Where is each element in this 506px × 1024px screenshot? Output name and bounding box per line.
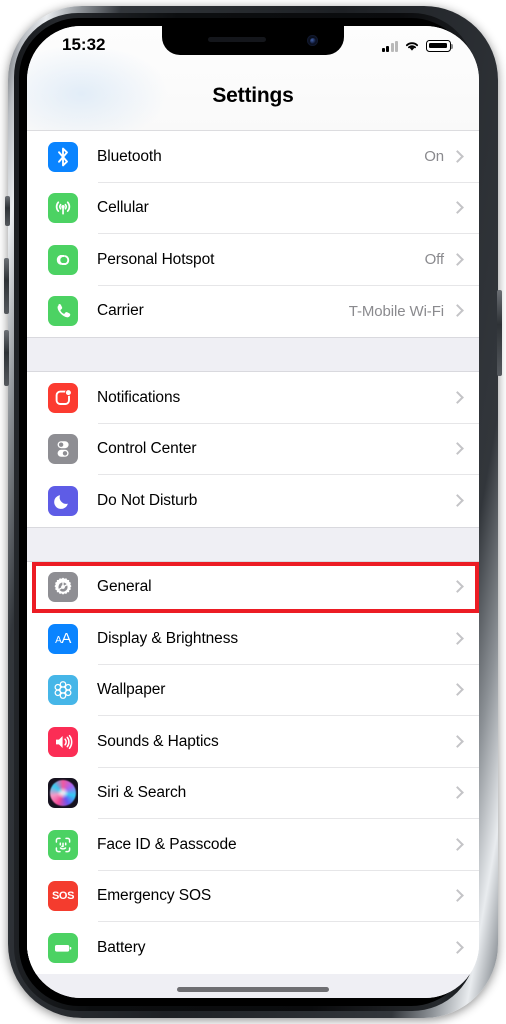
hotspot-icon <box>48 244 78 275</box>
chevron-right-icon <box>453 889 462 904</box>
notch <box>162 26 344 55</box>
chevron-right-icon <box>453 201 462 216</box>
settings-row-wallpaper[interactable]: Wallpaper <box>27 664 479 716</box>
settings-row-notifications[interactable]: Notifications <box>27 372 479 424</box>
settings-group-alerts: Notifications Control Center Do Not Dist… <box>27 372 479 527</box>
settings-row-carrier[interactable]: Carrier T-Mobile Wi-Fi <box>27 285 479 337</box>
chevron-right-icon <box>453 442 462 457</box>
group-separator <box>27 526 479 562</box>
settings-row-value: T-Mobile Wi-Fi <box>348 302 444 320</box>
settings-row-label: Personal Hotspot <box>97 250 215 268</box>
moon-icon <box>48 485 78 516</box>
settings-row-label: Bluetooth <box>97 147 162 165</box>
settings-row-emergency-sos[interactable]: SOS Emergency SOS <box>27 870 479 922</box>
settings-row-personal-hotspot[interactable]: Personal Hotspot Off <box>27 234 479 286</box>
cellular-icon <box>48 193 78 224</box>
settings-row-label: Siri & Search <box>97 784 187 802</box>
chevron-right-icon <box>453 493 462 508</box>
sos-icon: SOS <box>48 881 78 912</box>
settings-row-control-center[interactable]: Control Center <box>27 423 479 475</box>
earpiece-speaker-icon <box>208 37 266 42</box>
battery-icon <box>48 932 78 963</box>
chevron-right-icon <box>453 149 462 164</box>
bluetooth-icon <box>48 141 78 172</box>
face-id-icon <box>48 829 78 860</box>
settings-list[interactable]: Bluetooth On Cellular Personal Hotspot O… <box>27 131 479 998</box>
settings-row-do-not-disturb[interactable]: Do Not Disturb <box>27 475 479 527</box>
settings-row-label: Cellular <box>97 199 149 217</box>
home-indicator[interactable] <box>177 987 329 992</box>
chevron-right-icon <box>453 631 462 646</box>
settings-group-connectivity: Bluetooth On Cellular Personal Hotspot O… <box>27 131 479 337</box>
status-indicators <box>381 38 454 52</box>
settings-row-siri-search[interactable]: Siri & Search <box>27 767 479 819</box>
chevron-right-icon <box>453 252 462 267</box>
settings-row-label: Notifications <box>97 388 181 406</box>
chevron-right-icon <box>453 683 462 698</box>
settings-row-general[interactable]: General <box>27 561 479 613</box>
settings-row-sounds-haptics[interactable]: Sounds & Haptics <box>27 716 479 768</box>
settings-row-label: Display & Brightness <box>97 629 239 647</box>
cellular-signal-icon <box>381 41 398 52</box>
status-time: 15:32 <box>62 35 106 54</box>
power-side-button[interactable] <box>497 290 502 376</box>
settings-row-label: Emergency SOS <box>97 887 212 905</box>
siri-icon <box>48 778 78 809</box>
settings-row-label: General <box>97 578 152 596</box>
settings-row-bluetooth[interactable]: Bluetooth On <box>27 131 479 183</box>
page-title: Settings <box>212 84 294 107</box>
front-camera-icon <box>307 35 318 46</box>
settings-row-label: Carrier <box>97 302 144 320</box>
battery-icon <box>426 40 454 52</box>
settings-row-label: Control Center <box>97 440 197 458</box>
settings-row-value: Off <box>424 251 445 269</box>
mute-switch-button[interactable] <box>5 196 10 226</box>
settings-row-battery[interactable]: Battery <box>27 922 479 974</box>
settings-row-cellular[interactable]: Cellular <box>27 182 479 234</box>
settings-row-face-id-passcode[interactable]: Face ID & Passcode <box>27 819 479 871</box>
speaker-icon <box>48 726 78 757</box>
chevron-right-icon <box>453 940 462 955</box>
chevron-right-icon <box>453 734 462 749</box>
volume-down-button[interactable] <box>4 330 9 386</box>
settings-row-value: On <box>424 148 444 166</box>
control-center-icon <box>48 434 78 465</box>
text-size-icon: AA <box>48 623 78 654</box>
chevron-right-icon <box>453 786 462 801</box>
chevron-right-icon <box>453 837 462 852</box>
wallpaper-icon <box>48 675 78 706</box>
settings-row-label: Wallpaper <box>97 681 166 699</box>
settings-row-label: Battery <box>97 938 146 956</box>
settings-row-label: Sounds & Haptics <box>97 732 219 750</box>
gear-icon <box>48 572 78 603</box>
group-separator <box>27 337 479 372</box>
phone-icon <box>48 296 78 327</box>
phone-device: Settings 15:32 Bluetooth On Cellular Per… <box>0 0 506 1024</box>
wifi-icon <box>404 40 420 52</box>
settings-row-label: Do Not Disturb <box>97 491 198 509</box>
chevron-right-icon <box>453 304 462 319</box>
settings-group-system: General AA Display & Brightness Wallpape… <box>27 561 479 974</box>
notifications-icon <box>48 382 78 413</box>
volume-up-button[interactable] <box>4 258 9 314</box>
settings-row-label: Face ID & Passcode <box>97 835 237 853</box>
chevron-right-icon <box>453 390 462 405</box>
phone-screen: Settings 15:32 Bluetooth On Cellular Per… <box>27 26 479 998</box>
settings-row-display-brightness[interactable]: AA Display & Brightness <box>27 613 479 665</box>
chevron-right-icon <box>453 580 462 595</box>
